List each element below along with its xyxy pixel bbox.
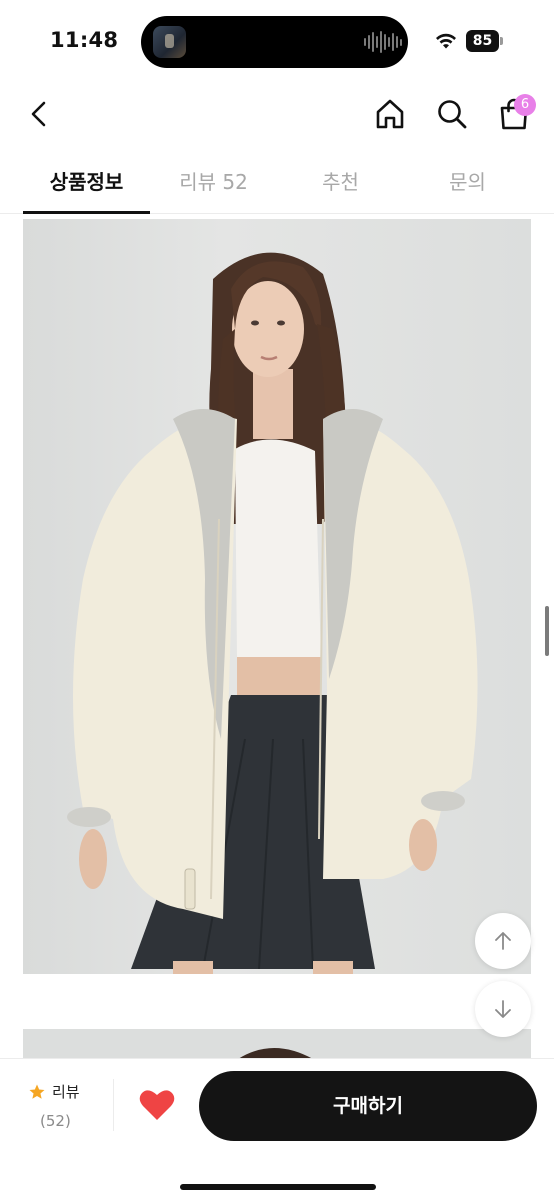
product-photo (23, 219, 531, 974)
audio-wave-icon (364, 30, 402, 54)
search-icon[interactable] (434, 96, 470, 132)
review-summary[interactable]: 리뷰 (52) (28, 1081, 108, 1131)
tab-reviews[interactable]: 리뷰 52 (150, 152, 277, 214)
heart-icon[interactable] (138, 1087, 176, 1123)
wifi-icon (436, 33, 456, 49)
tab-product-info[interactable]: 상품정보 (23, 152, 150, 214)
tab-bar: 상품정보 리뷰 52 추천 문의 (0, 152, 554, 214)
cart-count-badge: 6 (514, 94, 536, 116)
scrollbar[interactable] (545, 606, 549, 656)
tab-recommend[interactable]: 추천 (277, 152, 404, 214)
home-indicator[interactable] (180, 1184, 376, 1190)
scroll-bottom-button[interactable] (475, 981, 531, 1037)
app-header (0, 84, 554, 148)
now-playing-thumbnail (153, 26, 186, 58)
review-label: 리뷰 (52, 1083, 80, 1101)
chevron-left-icon[interactable] (22, 96, 58, 132)
review-count: (52) (40, 1112, 71, 1130)
battery-icon: 85 (466, 30, 503, 52)
tab-active-indicator (23, 211, 150, 214)
dynamic-island[interactable] (141, 16, 408, 68)
product-photo-next (23, 1029, 531, 1059)
status-bar: 11:48 85 (0, 0, 554, 84)
arrow-up-icon (495, 932, 511, 950)
battery-level: 85 (466, 30, 499, 52)
status-time: 11:48 (50, 28, 119, 52)
home-icon[interactable] (372, 96, 408, 132)
divider (113, 1079, 114, 1131)
arrow-down-icon (495, 1000, 511, 1018)
scroll-top-button[interactable] (475, 913, 531, 969)
tab-inquiry[interactable]: 문의 (404, 152, 531, 214)
bottom-action-bar: 리뷰 (52) 구매하기 (0, 1058, 554, 1200)
star-icon (29, 1084, 45, 1099)
buy-button[interactable]: 구매하기 (199, 1071, 537, 1141)
